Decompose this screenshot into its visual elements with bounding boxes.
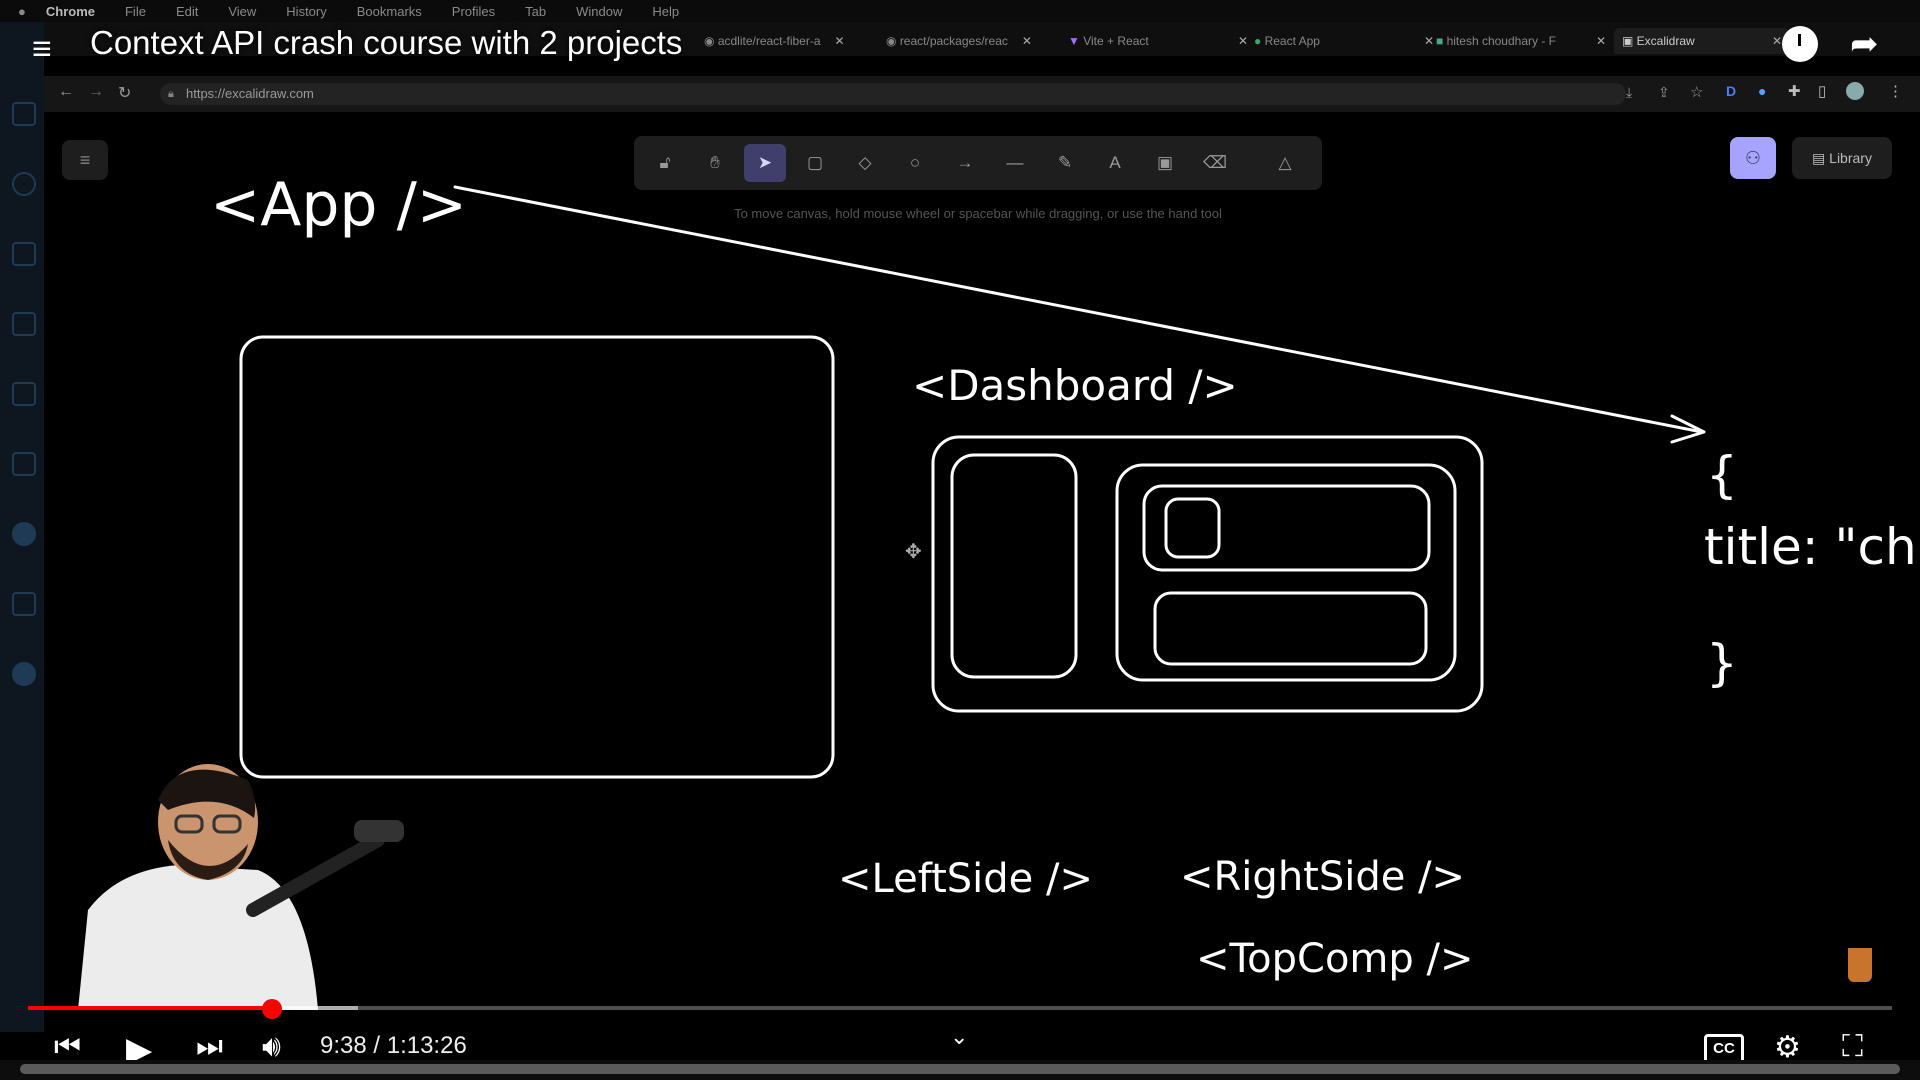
- move-cursor-icon: ✥: [905, 541, 922, 563]
- bottom-box[interactable]: [1153, 591, 1428, 666]
- leftside-label[interactable]: <LeftSide />: [838, 856, 1093, 902]
- leftside-box[interactable]: [950, 453, 1078, 679]
- microphone-icon: [354, 820, 404, 842]
- topcomp-label[interactable]: <TopComp />: [1196, 936, 1473, 982]
- horizontal-scrollbar[interactable]: [20, 1064, 1900, 1074]
- rightside-label[interactable]: <RightSide />: [1180, 854, 1465, 900]
- time-display: 9:38 / 1:13:26: [320, 1032, 467, 1059]
- chevron-down-icon[interactable]: ⌄: [950, 1024, 968, 1050]
- title-text[interactable]: title: "ch: [1704, 518, 1917, 576]
- rightside-box[interactable]: [1115, 463, 1457, 682]
- microphone-arm: [246, 833, 385, 917]
- brace-close[interactable]: }: [1706, 634, 1738, 692]
- exit-fullscreen-icon[interactable]: ⛶: [1842, 1030, 1863, 1064]
- app-box[interactable]: [239, 335, 835, 779]
- brace-open[interactable]: {: [1706, 446, 1738, 504]
- next-icon[interactable]: ⏭︎: [196, 1030, 223, 1064]
- volume-icon[interactable]: 🔊︎: [262, 1030, 281, 1064]
- dashboard-label[interactable]: <Dashboard />: [912, 361, 1238, 410]
- app-label[interactable]: <App />: [210, 170, 467, 240]
- presenter-webcam: [78, 764, 404, 1010]
- previous-icon[interactable]: ⏮︎: [54, 1030, 81, 1064]
- dashboard-box[interactable]: [931, 435, 1484, 713]
- small-inner-box[interactable]: [1164, 497, 1221, 559]
- cup-icon: [1848, 948, 1872, 982]
- progress-played: [28, 1006, 273, 1010]
